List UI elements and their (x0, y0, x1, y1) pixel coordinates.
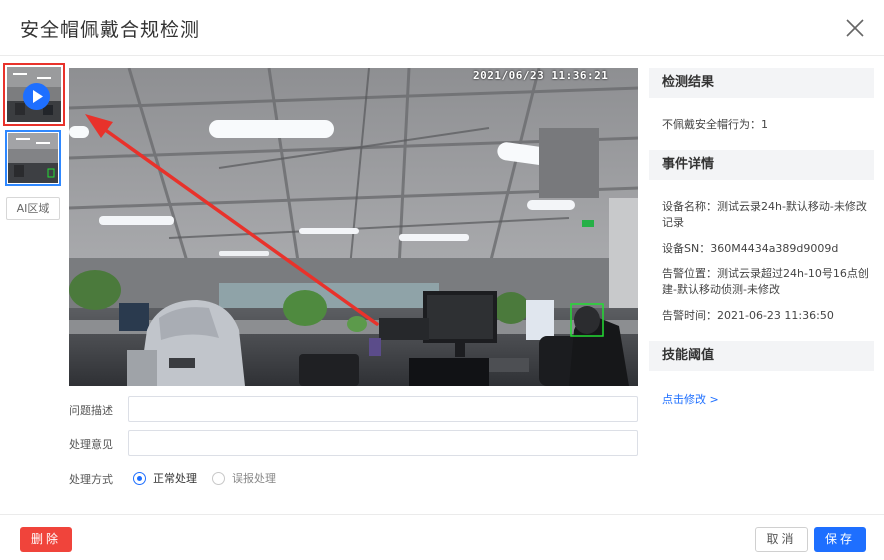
radio-checked-icon (133, 471, 146, 485)
image-timestamp: 2021/06/23 11:36:21 (473, 69, 609, 82)
dialog-title: 安全帽佩戴合规检测 (20, 19, 201, 41)
method-label: 处理方式 (69, 473, 113, 486)
video-thumbnail[interactable] (3, 63, 65, 126)
alarm-location-text: 告警位置：测试云录超过24h-10号16点创建-默认移动侦测-未修改 (662, 267, 869, 296)
surveillance-image: 2021/06/23 11:36:21 (69, 68, 638, 386)
helmet-compliance-dialog: 安全帽佩戴合规检测 AI区域 2021/06/23 11:36:21 问题描述 … (0, 0, 884, 560)
handling-opinion-input[interactable] (128, 430, 638, 456)
event-details-heading: 事件详情 (649, 150, 874, 180)
ai-region-button[interactable]: AI区域 (6, 197, 60, 220)
edit-threshold-link[interactable]: 点击修改 > (662, 391, 719, 407)
image-thumbnail-image (8, 133, 58, 183)
device-name-text: 设备名称：测试云录24h-默认移动-未修改记录 (662, 200, 867, 229)
detection-result-text: 不佩戴安全帽行为：1 (662, 118, 768, 131)
radio-unchecked-icon (212, 471, 225, 485)
office-scene (69, 68, 638, 386)
close-icon (846, 19, 864, 37)
radio-normal-label: 正常处理 (153, 472, 197, 485)
skill-threshold-heading: 技能阈值 (649, 341, 874, 371)
radio-false-alarm[interactable]: 误报处理 (212, 470, 276, 486)
radio-normal-handling[interactable]: 正常处理 (133, 470, 197, 486)
device-sn-text: 设备SN：360M4434a389d9009d (662, 242, 839, 255)
opinion-label: 处理意见 (69, 438, 113, 451)
delete-button[interactable]: 删除 (20, 527, 72, 552)
cancel-button[interactable]: 取消 (755, 527, 808, 552)
image-thumbnail[interactable] (5, 130, 61, 186)
play-icon (23, 83, 50, 110)
dialog-header: 安全帽佩戴合规检测 (0, 0, 884, 56)
problem-label: 问题描述 (69, 404, 113, 417)
problem-description-input[interactable] (128, 396, 638, 422)
dialog-footer: 删除 取消 保存 (0, 514, 884, 560)
radio-false-alarm-label: 误报处理 (232, 472, 276, 485)
close-button[interactable] (842, 15, 868, 41)
detection-result-heading: 检测结果 (649, 68, 874, 98)
save-button[interactable]: 保存 (814, 527, 866, 552)
alarm-time-text: 告警时间：2021-06-23 11:36:50 (662, 309, 834, 322)
